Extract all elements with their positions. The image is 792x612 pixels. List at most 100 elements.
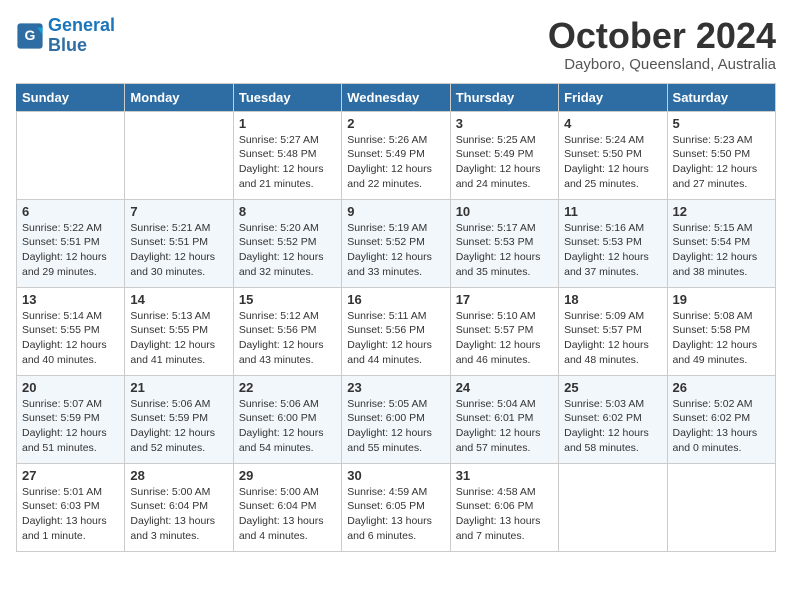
day-info: Sunrise: 5:00 AM Sunset: 6:04 PM Dayligh… bbox=[239, 485, 336, 544]
day-info: Sunrise: 5:21 AM Sunset: 5:51 PM Dayligh… bbox=[130, 221, 227, 280]
calendar-cell: 8 Sunrise: 5:20 AM Sunset: 5:52 PM Daylig… bbox=[233, 199, 341, 287]
column-header-sunday: Sunday bbox=[17, 83, 125, 111]
day-number: 18 bbox=[564, 292, 661, 307]
calendar-cell: 9 Sunrise: 5:19 AM Sunset: 5:52 PM Daylig… bbox=[342, 199, 450, 287]
calendar-week-row: 6 Sunrise: 5:22 AM Sunset: 5:51 PM Daylig… bbox=[17, 199, 776, 287]
day-info: Sunrise: 5:16 AM Sunset: 5:53 PM Dayligh… bbox=[564, 221, 661, 280]
calendar-cell: 1 Sunrise: 5:27 AM Sunset: 5:48 PM Daylig… bbox=[233, 111, 341, 199]
calendar-cell: 29 Sunrise: 5:00 AM Sunset: 6:04 PM Dayli… bbox=[233, 463, 341, 551]
calendar-cell: 21 Sunrise: 5:06 AM Sunset: 5:59 PM Dayli… bbox=[125, 375, 233, 463]
calendar-cell: 11 Sunrise: 5:16 AM Sunset: 5:53 PM Dayli… bbox=[559, 199, 667, 287]
calendar-cell bbox=[125, 111, 233, 199]
calendar-cell: 14Sunrise: 5:13 AM Sunset: 5:55 PM Dayli… bbox=[125, 287, 233, 375]
calendar-cell: 17 Sunrise: 5:10 AM Sunset: 5:57 PM Dayli… bbox=[450, 287, 558, 375]
calendar-cell: 7Sunrise: 5:21 AM Sunset: 5:51 PM Daylig… bbox=[125, 199, 233, 287]
day-info: Sunrise: 5:01 AM Sunset: 6:03 PM Dayligh… bbox=[22, 485, 119, 544]
calendar-cell: 10Sunrise: 5:17 AM Sunset: 5:53 PM Dayli… bbox=[450, 199, 558, 287]
day-info: Sunrise: 5:23 AM Sunset: 5:50 PM Dayligh… bbox=[673, 133, 770, 192]
day-info: Sunrise: 5:07 AM Sunset: 5:59 PM Dayligh… bbox=[22, 397, 119, 456]
day-info: Sunrise: 5:10 AM Sunset: 5:57 PM Dayligh… bbox=[456, 309, 553, 368]
day-info: Sunrise: 5:06 AM Sunset: 6:00 PM Dayligh… bbox=[239, 397, 336, 456]
calendar-cell: 26 Sunrise: 5:02 AM Sunset: 6:02 PM Dayli… bbox=[667, 375, 775, 463]
svg-text:G: G bbox=[25, 27, 36, 43]
calendar-header-row: SundayMondayTuesdayWednesdayThursdayFrid… bbox=[17, 83, 776, 111]
logo-text: General Blue bbox=[48, 16, 115, 56]
day-number: 8 bbox=[239, 204, 336, 219]
column-header-tuesday: Tuesday bbox=[233, 83, 341, 111]
day-number: 26 bbox=[673, 380, 770, 395]
day-number: 10 bbox=[456, 204, 553, 219]
day-info: Sunrise: 5:00 AM Sunset: 6:04 PM Dayligh… bbox=[130, 485, 227, 544]
calendar-cell: 5 Sunrise: 5:23 AM Sunset: 5:50 PM Daylig… bbox=[667, 111, 775, 199]
day-number: 24 bbox=[456, 380, 553, 395]
day-number: 15 bbox=[239, 292, 336, 307]
day-number: 28 bbox=[130, 468, 227, 483]
day-number: 17 bbox=[456, 292, 553, 307]
calendar-cell: 25Sunrise: 5:03 AM Sunset: 6:02 PM Dayli… bbox=[559, 375, 667, 463]
day-number: 6 bbox=[22, 204, 119, 219]
day-number: 27 bbox=[22, 468, 119, 483]
calendar-cell: 6 Sunrise: 5:22 AM Sunset: 5:51 PM Daylig… bbox=[17, 199, 125, 287]
calendar-cell: 18 Sunrise: 5:09 AM Sunset: 5:57 PM Dayli… bbox=[559, 287, 667, 375]
day-number: 29 bbox=[239, 468, 336, 483]
calendar-week-row: 1 Sunrise: 5:27 AM Sunset: 5:48 PM Daylig… bbox=[17, 111, 776, 199]
day-info: Sunrise: 5:22 AM Sunset: 5:51 PM Dayligh… bbox=[22, 221, 119, 280]
title-block: October 2024 Dayboro, Queensland, Austra… bbox=[548, 16, 776, 73]
day-info: Sunrise: 5:14 AM Sunset: 5:55 PM Dayligh… bbox=[22, 309, 119, 368]
calendar-cell: 12Sunrise: 5:15 AM Sunset: 5:54 PM Dayli… bbox=[667, 199, 775, 287]
day-info: Sunrise: 4:58 AM Sunset: 6:06 PM Dayligh… bbox=[456, 485, 553, 544]
day-info: Sunrise: 5:27 AM Sunset: 5:48 PM Dayligh… bbox=[239, 133, 336, 192]
day-info: Sunrise: 5:24 AM Sunset: 5:50 PM Dayligh… bbox=[564, 133, 661, 192]
calendar-cell: 20 Sunrise: 5:07 AM Sunset: 5:59 PM Dayli… bbox=[17, 375, 125, 463]
day-info: Sunrise: 5:25 AM Sunset: 5:49 PM Dayligh… bbox=[456, 133, 553, 192]
day-info: Sunrise: 5:09 AM Sunset: 5:57 PM Dayligh… bbox=[564, 309, 661, 368]
calendar-table: SundayMondayTuesdayWednesdayThursdayFrid… bbox=[16, 83, 776, 552]
calendar-cell: 22 Sunrise: 5:06 AM Sunset: 6:00 PM Dayli… bbox=[233, 375, 341, 463]
day-number: 22 bbox=[239, 380, 336, 395]
day-number: 20 bbox=[22, 380, 119, 395]
logo: G General Blue bbox=[16, 16, 115, 56]
calendar-cell: 2Sunrise: 5:26 AM Sunset: 5:49 PM Daylig… bbox=[342, 111, 450, 199]
day-info: Sunrise: 5:05 AM Sunset: 6:00 PM Dayligh… bbox=[347, 397, 444, 456]
day-number: 16 bbox=[347, 292, 444, 307]
day-number: 23 bbox=[347, 380, 444, 395]
day-info: Sunrise: 5:20 AM Sunset: 5:52 PM Dayligh… bbox=[239, 221, 336, 280]
calendar-cell: 4 Sunrise: 5:24 AM Sunset: 5:50 PM Daylig… bbox=[559, 111, 667, 199]
calendar-cell: 24 Sunrise: 5:04 AM Sunset: 6:01 PM Dayli… bbox=[450, 375, 558, 463]
calendar-cell: 28 Sunrise: 5:00 AM Sunset: 6:04 PM Dayli… bbox=[125, 463, 233, 551]
day-number: 3 bbox=[456, 116, 553, 131]
day-info: Sunrise: 5:15 AM Sunset: 5:54 PM Dayligh… bbox=[673, 221, 770, 280]
day-info: Sunrise: 5:08 AM Sunset: 5:58 PM Dayligh… bbox=[673, 309, 770, 368]
page-header: G General Blue October 2024 Dayboro, Que… bbox=[16, 16, 776, 73]
day-number: 31 bbox=[456, 468, 553, 483]
day-number: 2 bbox=[347, 116, 444, 131]
day-info: Sunrise: 5:19 AM Sunset: 5:52 PM Dayligh… bbox=[347, 221, 444, 280]
column-header-monday: Monday bbox=[125, 83, 233, 111]
day-number: 5 bbox=[673, 116, 770, 131]
day-number: 21 bbox=[130, 380, 227, 395]
calendar-cell: 13Sunrise: 5:14 AM Sunset: 5:55 PM Dayli… bbox=[17, 287, 125, 375]
day-number: 19 bbox=[673, 292, 770, 307]
calendar-cell: 30 Sunrise: 4:59 AM Sunset: 6:05 PM Dayli… bbox=[342, 463, 450, 551]
day-number: 11 bbox=[564, 204, 661, 219]
calendar-cell: 23 Sunrise: 5:05 AM Sunset: 6:00 PM Dayli… bbox=[342, 375, 450, 463]
location-subtitle: Dayboro, Queensland, Australia bbox=[548, 56, 776, 73]
day-info: Sunrise: 5:11 AM Sunset: 5:56 PM Dayligh… bbox=[347, 309, 444, 368]
calendar-week-row: 13Sunrise: 5:14 AM Sunset: 5:55 PM Dayli… bbox=[17, 287, 776, 375]
day-info: Sunrise: 5:04 AM Sunset: 6:01 PM Dayligh… bbox=[456, 397, 553, 456]
logo-icon: G bbox=[16, 22, 44, 50]
calendar-cell bbox=[17, 111, 125, 199]
calendar-cell bbox=[559, 463, 667, 551]
day-info: Sunrise: 5:06 AM Sunset: 5:59 PM Dayligh… bbox=[130, 397, 227, 456]
day-number: 30 bbox=[347, 468, 444, 483]
column-header-thursday: Thursday bbox=[450, 83, 558, 111]
day-info: Sunrise: 5:02 AM Sunset: 6:02 PM Dayligh… bbox=[673, 397, 770, 456]
day-number: 25 bbox=[564, 380, 661, 395]
calendar-cell: 31 Sunrise: 4:58 AM Sunset: 6:06 PM Dayli… bbox=[450, 463, 558, 551]
calendar-cell: 16 Sunrise: 5:11 AM Sunset: 5:56 PM Dayli… bbox=[342, 287, 450, 375]
day-info: Sunrise: 4:59 AM Sunset: 6:05 PM Dayligh… bbox=[347, 485, 444, 544]
day-number: 1 bbox=[239, 116, 336, 131]
day-number: 9 bbox=[347, 204, 444, 219]
month-title: October 2024 bbox=[548, 16, 776, 56]
day-number: 4 bbox=[564, 116, 661, 131]
